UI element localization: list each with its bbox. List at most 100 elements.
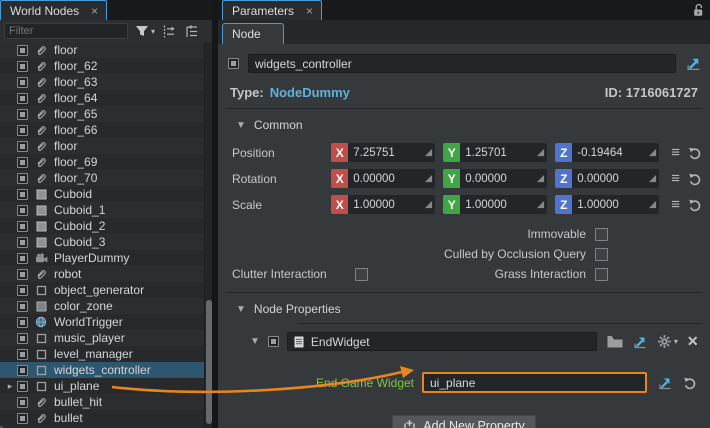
tree-row[interactable]: Cuboid_1 bbox=[0, 202, 204, 218]
folder-icon[interactable] bbox=[607, 335, 623, 348]
pick-node-icon[interactable] bbox=[632, 334, 648, 350]
node-visibility-checkbox[interactable] bbox=[17, 381, 28, 392]
tree-row[interactable]: floor_63 bbox=[0, 74, 204, 90]
axis-x-value[interactable]: 1.00000 bbox=[348, 195, 422, 214]
immovable-checkbox[interactable] bbox=[595, 228, 608, 241]
node-visibility-checkbox[interactable] bbox=[17, 141, 28, 152]
axis-y-value[interactable]: 1.25701 bbox=[460, 143, 534, 162]
scrub-handle-icon[interactable] bbox=[422, 195, 435, 214]
node-visibility-checkbox[interactable] bbox=[17, 45, 28, 56]
node-visibility-checkbox[interactable] bbox=[17, 285, 28, 296]
add-new-property-button[interactable]: Add New Property bbox=[392, 415, 535, 428]
tree-row[interactable]: floor bbox=[0, 42, 204, 58]
axis-z-field[interactable]: Z 1.00000 bbox=[555, 195, 659, 214]
axis-x-field[interactable]: X 7.25751 bbox=[331, 143, 435, 162]
node-visibility-checkbox[interactable] bbox=[17, 189, 28, 200]
property-name-field[interactable]: EndWidget bbox=[287, 332, 597, 351]
close-icon[interactable]: × bbox=[306, 5, 313, 17]
axis-y-value[interactable]: 1.00000 bbox=[460, 195, 534, 214]
tree-row[interactable]: PlayerDummy bbox=[0, 250, 204, 266]
tree-row[interactable]: music_player bbox=[0, 330, 204, 346]
tree-row[interactable]: bullet bbox=[0, 410, 204, 426]
grass-checkbox[interactable] bbox=[595, 268, 608, 281]
scrub-handle-icon[interactable] bbox=[422, 169, 435, 188]
tree-row[interactable]: color_zone bbox=[0, 298, 204, 314]
tree-scrollbar[interactable] bbox=[204, 42, 212, 428]
axis-y-field[interactable]: Y 0.00000 bbox=[443, 169, 547, 188]
node-visibility-checkbox[interactable] bbox=[17, 317, 28, 328]
culled-checkbox[interactable] bbox=[595, 248, 608, 261]
tab-parameters[interactable]: Parameters × bbox=[222, 0, 322, 20]
axis-z-field[interactable]: Z 0.00000 bbox=[555, 169, 659, 188]
tree-row[interactable]: WorldTrigger bbox=[0, 314, 204, 330]
pick-node-icon[interactable] bbox=[657, 375, 673, 391]
tree-row[interactable]: floor_64 bbox=[0, 90, 204, 106]
axis-z-value[interactable]: 1.00000 bbox=[572, 195, 646, 214]
tree-row[interactable]: bullet_hit bbox=[0, 394, 204, 410]
collapse-all-icon[interactable] bbox=[184, 25, 199, 38]
node-visibility-checkbox[interactable] bbox=[17, 157, 28, 168]
tree-row[interactable]: floor bbox=[0, 138, 204, 154]
node-visibility-checkbox[interactable] bbox=[17, 333, 28, 344]
tab-node[interactable]: Node bbox=[222, 23, 284, 44]
tree-row[interactable]: Cuboid_3 bbox=[0, 234, 204, 250]
scrub-handle-icon[interactable] bbox=[534, 169, 547, 188]
node-visibility-checkbox[interactable] bbox=[17, 93, 28, 104]
tree-row[interactable]: floor_66 bbox=[0, 122, 204, 138]
row-menu-icon[interactable]: ≡ bbox=[671, 197, 680, 212]
node-visibility-checkbox[interactable] bbox=[17, 205, 28, 216]
reset-icon[interactable] bbox=[688, 146, 702, 160]
row-menu-icon[interactable]: ≡ bbox=[671, 145, 680, 160]
pick-node-icon[interactable] bbox=[685, 55, 702, 72]
node-visibility-checkbox[interactable] bbox=[17, 125, 28, 136]
reset-icon[interactable] bbox=[683, 376, 697, 390]
node-visibility-checkbox[interactable] bbox=[17, 349, 28, 360]
tree-row[interactable]: robot bbox=[0, 266, 204, 282]
node-visibility-checkbox[interactable] bbox=[17, 301, 28, 312]
node-name-input[interactable]: widgets_controller bbox=[248, 54, 676, 73]
node-visibility-checkbox[interactable] bbox=[17, 221, 28, 232]
close-icon[interactable]: × bbox=[91, 5, 98, 17]
gear-menu[interactable]: ▾ bbox=[657, 334, 678, 349]
tree-row[interactable]: floor_69 bbox=[0, 154, 204, 170]
reset-icon[interactable] bbox=[688, 172, 702, 186]
scrub-handle-icon[interactable] bbox=[646, 169, 659, 188]
node-enabled-checkbox[interactable] bbox=[228, 58, 239, 69]
row-menu-icon[interactable]: ≡ bbox=[671, 171, 680, 186]
axis-z-field[interactable]: Z -0.19464 bbox=[555, 143, 659, 162]
tree-row[interactable]: floor_62 bbox=[0, 58, 204, 74]
section-common[interactable]: ▼ Common bbox=[226, 109, 702, 136]
node-visibility-checkbox[interactable] bbox=[17, 365, 28, 376]
node-visibility-checkbox[interactable] bbox=[17, 237, 28, 248]
node-visibility-checkbox[interactable] bbox=[17, 397, 28, 408]
tab-world-nodes[interactable]: World Nodes × bbox=[0, 0, 107, 20]
axis-y-field[interactable]: Y 1.25701 bbox=[443, 143, 547, 162]
axis-z-value[interactable]: 0.00000 bbox=[572, 169, 646, 188]
property-enabled-checkbox[interactable] bbox=[268, 336, 279, 347]
axis-x-value[interactable]: 0.00000 bbox=[348, 169, 422, 188]
unlock-icon[interactable] bbox=[692, 3, 704, 20]
tree-row[interactable]: Cuboid_2 bbox=[0, 218, 204, 234]
section-node-properties[interactable]: ▼ Node Properties bbox=[226, 293, 702, 320]
axis-y-value[interactable]: 0.00000 bbox=[460, 169, 534, 188]
property-collapse-icon[interactable]: ▼ bbox=[250, 336, 260, 347]
end-game-widget-input[interactable]: ui_plane bbox=[422, 372, 647, 393]
filter-funnel-icon[interactable]: ▾ bbox=[135, 25, 155, 37]
scrub-handle-icon[interactable] bbox=[646, 143, 659, 162]
axis-x-value[interactable]: 7.25751 bbox=[348, 143, 422, 162]
filter-input[interactable] bbox=[4, 23, 128, 39]
node-visibility-checkbox[interactable] bbox=[17, 109, 28, 120]
scrub-handle-icon[interactable] bbox=[534, 195, 547, 214]
scrub-handle-icon[interactable] bbox=[422, 143, 435, 162]
tree-row[interactable]: floor_65 bbox=[0, 106, 204, 122]
clutter-checkbox[interactable] bbox=[355, 268, 368, 281]
scrub-handle-icon[interactable] bbox=[534, 143, 547, 162]
node-visibility-checkbox[interactable] bbox=[17, 253, 28, 264]
node-visibility-checkbox[interactable] bbox=[17, 269, 28, 280]
reset-icon[interactable] bbox=[688, 198, 702, 212]
node-visibility-checkbox[interactable] bbox=[17, 173, 28, 184]
expand-all-icon[interactable] bbox=[162, 25, 177, 38]
node-visibility-checkbox[interactable] bbox=[17, 61, 28, 72]
node-visibility-checkbox[interactable] bbox=[17, 413, 28, 424]
tree-row[interactable]: floor_70 bbox=[0, 170, 204, 186]
